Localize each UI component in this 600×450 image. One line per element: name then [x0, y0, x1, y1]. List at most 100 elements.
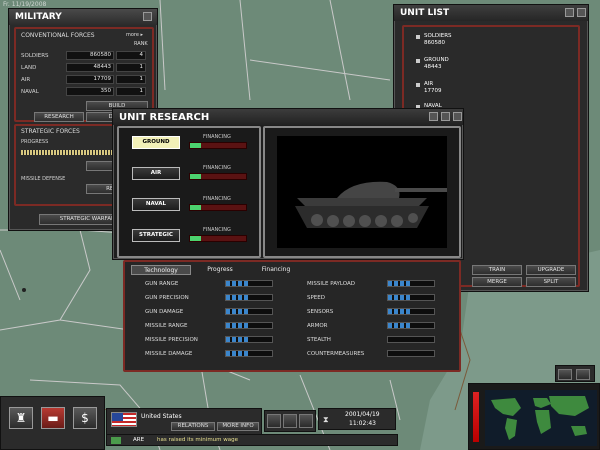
- tab-financing[interactable]: Financing: [249, 265, 303, 275]
- research-minimize-icon[interactable]: [441, 112, 450, 121]
- naval-rank: 1: [116, 87, 146, 96]
- money-button[interactable]: $: [73, 407, 97, 429]
- military-button[interactable]: ▬: [41, 407, 65, 429]
- soldiers-rank: 4: [116, 51, 146, 60]
- unit-list-ground-value: 48443: [424, 64, 442, 70]
- unit-list-title: UNIT LIST: [394, 5, 588, 21]
- tech-name: STEALTH: [307, 337, 331, 343]
- research-category-ground-button[interactable]: GROUND: [132, 136, 180, 149]
- map-mode-icon[interactable]: [558, 369, 572, 380]
- tech-level-bar[interactable]: [387, 280, 435, 287]
- unit-list-close-icon[interactable]: [577, 8, 586, 17]
- graph-icon[interactable]: [283, 414, 297, 428]
- unit-list-air-label[interactable]: AIR: [424, 81, 433, 88]
- financing-slider[interactable]: [189, 235, 247, 242]
- financing-slider[interactable]: [189, 142, 247, 149]
- tech-name: GUN RANGE: [145, 281, 179, 287]
- unit-list-soldiers-label[interactable]: SOLDIERS: [424, 33, 452, 40]
- research-category-naval-button[interactable]: NAVAL: [132, 198, 180, 211]
- tech-level-bar[interactable]: [225, 308, 273, 315]
- research-category-air-button[interactable]: AIR: [132, 167, 180, 180]
- minimap-zoom-bar[interactable]: [473, 392, 479, 442]
- us-flag-icon: [111, 412, 137, 427]
- factory-icon: ♜: [15, 411, 27, 425]
- soldiers-value: 860580: [66, 51, 114, 60]
- game-date: 2001/04/19: [345, 411, 380, 418]
- tech-name: MISSILE PRECISION: [145, 337, 198, 343]
- tech-name: GUN DAMAGE: [145, 309, 184, 315]
- tank-image: [295, 181, 447, 228]
- settings-icon[interactable]: [299, 414, 313, 428]
- tab-technology[interactable]: Technology: [131, 265, 191, 275]
- tank-icon: ▬: [47, 411, 59, 425]
- tech-name: COUNTERMEASURES: [307, 351, 365, 357]
- train-button[interactable]: TRAIN: [472, 265, 522, 275]
- country-name[interactable]: United States: [141, 413, 182, 420]
- research-button[interactable]: RESEARCH: [34, 112, 84, 122]
- relations-button[interactable]: RELATIONS: [171, 422, 215, 431]
- financing-slider[interactable]: [189, 173, 247, 180]
- strategic-forces-label: STRATEGIC FORCES: [21, 128, 80, 135]
- minimap[interactable]: [468, 383, 600, 450]
- conventional-forces-label: CONVENTIONAL FORCES: [21, 32, 95, 39]
- air-bullet-icon: [416, 83, 420, 87]
- progress-label: PROGRESS: [21, 139, 49, 145]
- financing-fill: [190, 143, 202, 148]
- tech-level-bar[interactable]: [225, 350, 273, 357]
- news-text[interactable]: has raised its minimum wage: [157, 437, 238, 443]
- tech-level-bar[interactable]: [387, 308, 435, 315]
- tech-level-bar[interactable]: [387, 350, 435, 357]
- chat-icon[interactable]: [267, 414, 281, 428]
- unit-preview-box: [263, 126, 461, 258]
- military-close-icon[interactable]: [143, 12, 152, 21]
- unit-research-panel: UNIT RESEARCH GROUND FINANCING AIR FINANCIN…: [112, 108, 464, 260]
- map-refresh-icon[interactable]: [576, 369, 590, 380]
- unit-list-ground-label[interactable]: GROUND: [424, 57, 449, 64]
- dollar-icon: $: [81, 411, 89, 425]
- news-flag-icon: [111, 437, 121, 444]
- naval-value: 350: [66, 87, 114, 96]
- soldiers-label: SOLDIERS: [21, 53, 49, 59]
- tech-level-bar[interactable]: [225, 294, 273, 301]
- land-rank: 1: [116, 63, 146, 72]
- tech-level-bar[interactable]: [387, 322, 435, 329]
- land-label: LAND: [21, 65, 37, 71]
- merge-button[interactable]: MERGE: [472, 277, 522, 287]
- news-country[interactable]: ARE: [133, 437, 144, 443]
- tech-name: SPEED: [307, 295, 325, 301]
- tech-level-bar[interactable]: [387, 294, 435, 301]
- more-info-button[interactable]: MORE INFO: [217, 422, 259, 431]
- financing-label: FINANCING: [203, 196, 231, 202]
- split-button[interactable]: SPLIT: [526, 277, 576, 287]
- tab-progress[interactable]: Progress: [193, 265, 247, 275]
- tech-level-bar[interactable]: [225, 322, 273, 329]
- ground-bullet-icon: [416, 59, 420, 63]
- tech-name: MISSILE RANGE: [145, 323, 188, 329]
- research-help-icon[interactable]: [429, 112, 438, 121]
- technology-panel: Technology Progress Financing GUN RANGE G…: [123, 260, 461, 372]
- news-ticker: ARE has raised its minimum wage: [106, 434, 398, 446]
- financing-slider[interactable]: [189, 204, 247, 211]
- military-title: MILITARY: [9, 9, 157, 25]
- upgrade-button[interactable]: UPGRADE: [526, 265, 576, 275]
- air-rank: 1: [116, 75, 146, 84]
- map-date: Fr. 11/19/2008: [3, 1, 47, 8]
- research-categories-box: GROUND FINANCING AIR FINANCING NAVAL FINANCIN…: [117, 126, 261, 258]
- tech-name: MISSILE PAYLOAD: [307, 281, 356, 287]
- tech-name: SENSORS: [307, 309, 334, 315]
- economy-button[interactable]: ♜: [9, 407, 33, 429]
- tech-level-bar[interactable]: [387, 336, 435, 343]
- missile-defense-label: MISSILE DEFENSE: [21, 176, 66, 182]
- research-category-strategic-button[interactable]: STRATEGIC: [132, 229, 180, 242]
- strategic-progress-bar: [21, 150, 113, 155]
- naval-label: NAVAL: [21, 89, 39, 95]
- more-link[interactable]: more ▸: [126, 32, 143, 38]
- tech-level-bar[interactable]: [225, 280, 273, 287]
- research-close-icon[interactable]: [453, 112, 462, 121]
- financing-label: FINANCING: [203, 165, 231, 171]
- land-value: 48443: [66, 63, 114, 72]
- tech-level-bar[interactable]: [225, 336, 273, 343]
- minimap-world: [485, 390, 597, 446]
- unit-list-minimize-icon[interactable]: [565, 8, 574, 17]
- air-value: 17709: [66, 75, 114, 84]
